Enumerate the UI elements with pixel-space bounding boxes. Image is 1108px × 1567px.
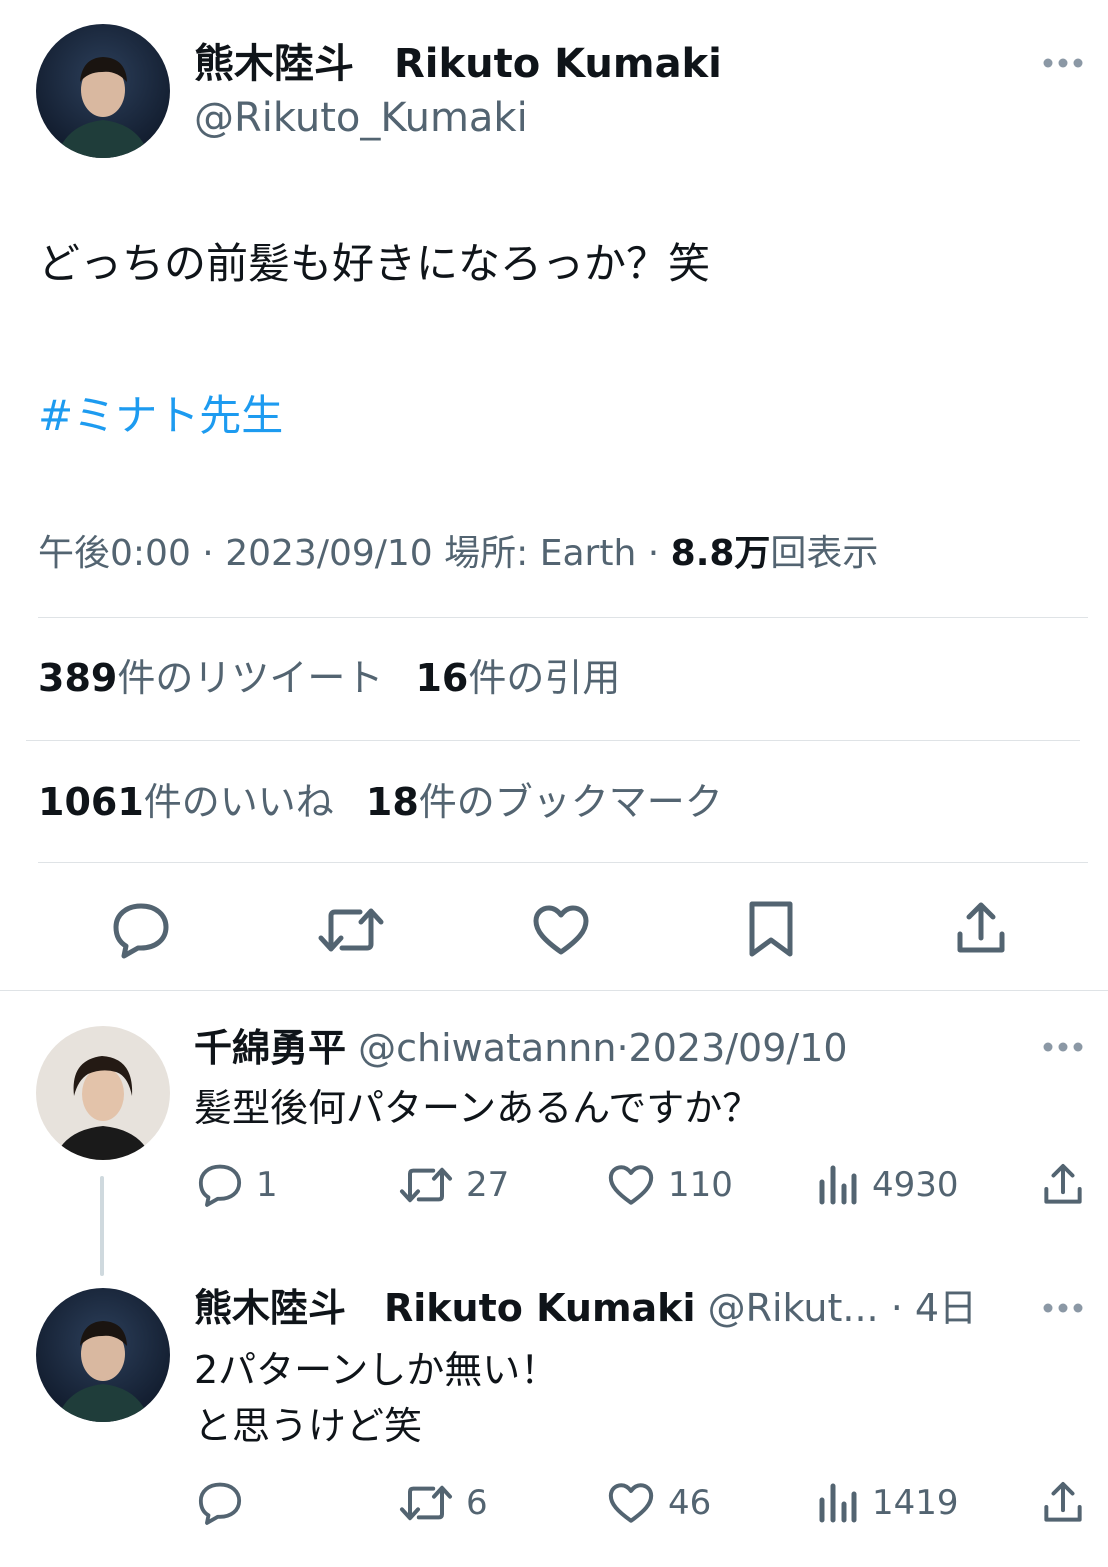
likes-count: 1061 — [38, 780, 144, 824]
meta-separator: · — [878, 1286, 915, 1330]
reply-count: 1 — [256, 1165, 278, 1205]
reply-display-name[interactable]: 千綿勇平 — [194, 1026, 346, 1070]
more-icon[interactable] — [1042, 57, 1084, 69]
reply-header: 熊木陸斗 Rikuto Kumaki @Rikut... · 4日 — [194, 1284, 977, 1332]
reply-date[interactable]: 2023/09/10 — [629, 1026, 848, 1070]
reply-views-stat[interactable]: 4930 — [816, 1162, 959, 1208]
reply-like-stat[interactable]: 46 — [606, 1480, 711, 1526]
meta-separator: · — [202, 533, 214, 574]
tweet-date[interactable]: 2023/09/10 — [225, 533, 433, 574]
reply-handle[interactable]: @chiwatannn — [358, 1026, 616, 1070]
reply-views-stat[interactable]: 1419 — [816, 1480, 959, 1526]
likes-stat[interactable]: 1061件のいいね — [38, 780, 334, 824]
reply-header: 千綿勇平 @chiwatannn·2023/09/10 — [194, 1024, 848, 1072]
tweet-time[interactable]: 午後0:00 — [38, 533, 191, 574]
divider — [38, 617, 1088, 618]
main-handle[interactable]: @Rikuto_Kumaki — [194, 94, 528, 142]
views-icon — [819, 1483, 857, 1523]
meta-separator: · — [647, 533, 660, 574]
reply-text: 髪型後何パターンあるんですか？ — [194, 1086, 761, 1130]
reply-reply-stat[interactable]: 1 — [196, 1162, 278, 1208]
retweets-count: 389 — [38, 656, 118, 700]
meta-separator: · — [616, 1026, 629, 1070]
share-icon[interactable] — [952, 900, 1010, 958]
retweet-icon — [400, 1167, 452, 1203]
engagement-row-2: 1061件のいいね 18件のブックマーク — [38, 778, 723, 826]
views-icon — [819, 1165, 857, 1205]
retweets-label: 件のリツイート — [117, 656, 384, 700]
retweet-count: 6 — [466, 1483, 488, 1523]
more-icon[interactable] — [1042, 1302, 1084, 1314]
engagement-row-1: 389件のリツイート 16件の引用 — [38, 654, 620, 702]
share-icon[interactable] — [1040, 1480, 1086, 1526]
quotes-label: 件の引用 — [468, 656, 621, 700]
reply-avatar[interactable] — [36, 1288, 170, 1422]
retweet-icon — [400, 1485, 452, 1521]
likes-label: 件のいいね — [143, 780, 334, 824]
tweet-location[interactable]: 場所: Earth — [444, 533, 636, 574]
reply-retweet-stat[interactable]: 27 — [398, 1162, 509, 1208]
reply-handle[interactable]: @Rikut... — [708, 1286, 879, 1330]
like-icon[interactable] — [530, 902, 592, 958]
like-icon — [608, 1483, 654, 1523]
like-count: 110 — [668, 1165, 733, 1205]
thread-line — [100, 1176, 104, 1276]
bookmark-icon[interactable] — [744, 898, 798, 960]
tweet-text: どっちの前髪も好きになろっか？笑 — [38, 239, 711, 288]
more-icon[interactable] — [1042, 1041, 1084, 1053]
reply-reply-stat[interactable] — [196, 1480, 256, 1526]
hashtag-link[interactable]: #ミナト先生 — [38, 388, 283, 444]
like-count: 46 — [668, 1483, 712, 1523]
like-icon — [608, 1165, 654, 1205]
quotes-count: 16 — [415, 656, 469, 700]
reply-text-line-2: と思うけど笑 — [194, 1404, 423, 1448]
share-icon[interactable] — [1040, 1162, 1086, 1208]
views-label: 回表示 — [770, 533, 879, 574]
retweet-icon[interactable] — [316, 902, 386, 958]
reply-display-name[interactable]: 熊木陸斗 Rikuto Kumaki — [194, 1286, 695, 1330]
reply-text-line-1: 2パターンしか無い！ — [194, 1348, 559, 1392]
retweet-count: 27 — [466, 1165, 510, 1205]
quotes-stat[interactable]: 16件の引用 — [415, 656, 620, 700]
divider — [0, 990, 1108, 991]
reply-icon — [198, 1482, 242, 1525]
views-count: 8.8万 — [670, 533, 771, 574]
divider — [26, 740, 1080, 741]
bookmarks-label: 件のブックマーク — [418, 780, 723, 824]
bookmarks-stat[interactable]: 18件のブックマーク — [366, 780, 723, 824]
reply-icon[interactable] — [110, 900, 172, 960]
divider — [38, 862, 1088, 863]
reply-avatar[interactable] — [36, 1026, 170, 1160]
main-avatar[interactable] — [36, 24, 170, 158]
tweet-meta: 午後0:00 · 2023/09/10 場所: Earth · 8.8万回表示 — [38, 530, 878, 578]
bookmarks-count: 18 — [365, 780, 419, 824]
reply-retweet-stat[interactable]: 6 — [398, 1480, 488, 1526]
reply-date[interactable]: 4日 — [915, 1286, 977, 1330]
reply-like-stat[interactable]: 110 — [606, 1162, 733, 1208]
reply-icon — [198, 1164, 242, 1207]
main-display-name[interactable]: 熊木陸斗 Rikuto Kumaki — [194, 40, 722, 88]
retweets-stat[interactable]: 389件のリツイート — [38, 656, 383, 700]
views-count: 4930 — [872, 1165, 959, 1205]
views-count: 1419 — [872, 1483, 959, 1523]
